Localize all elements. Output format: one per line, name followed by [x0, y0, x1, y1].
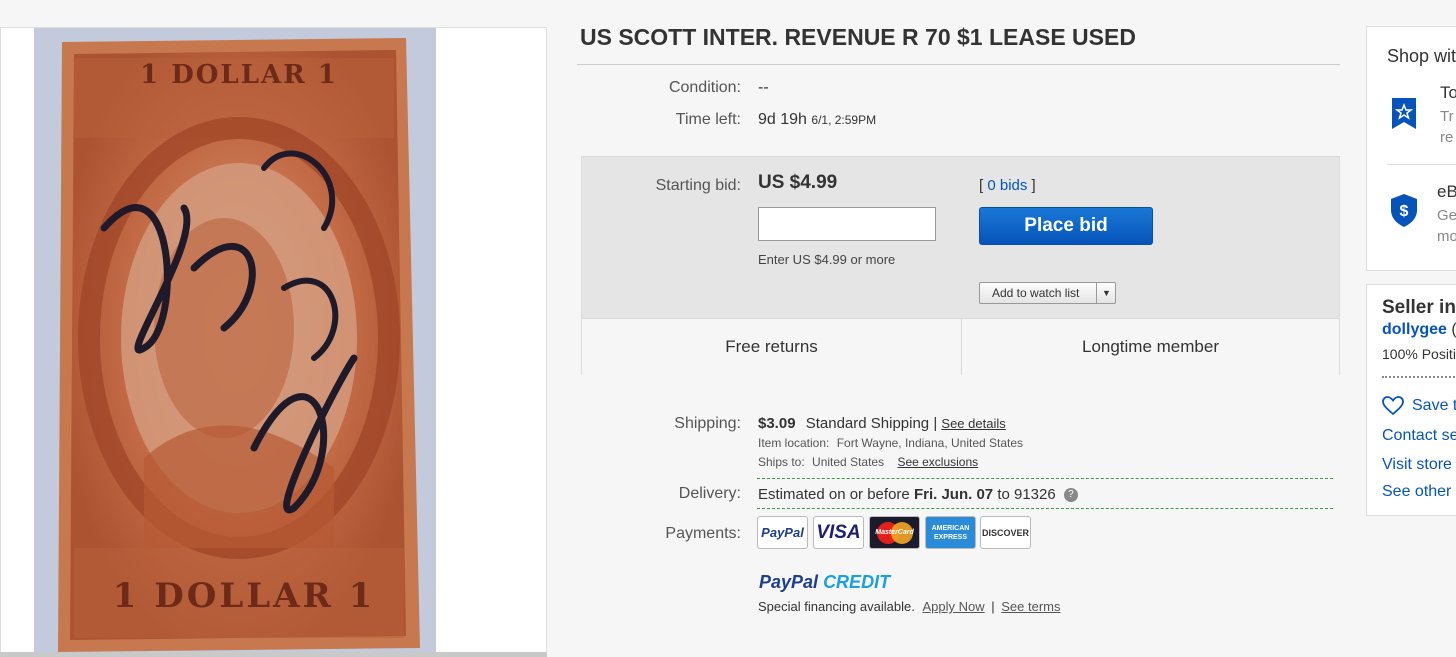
payments-label: Payments: [665, 525, 741, 542]
save-seller-link[interactable]: Save t [1412, 397, 1456, 415]
shipping-line: $3.09 Standard Shipping | See details [758, 415, 1006, 432]
shop-item2-title: eB [1437, 182, 1456, 201]
add-to-watch-list-button[interactable]: Add to watch list ▼ [979, 282, 1116, 304]
shipping-label: Shipping: [674, 415, 741, 432]
item-title: US SCOTT INTER. REVENUE R 70 $1 LEASE US… [580, 24, 1136, 50]
place-bid-button[interactable]: Place bid [979, 207, 1153, 245]
visa-logo: VISA [813, 516, 864, 549]
seller-name-link[interactable]: dollygee [1382, 321, 1447, 338]
amex-logo: AMERICAN EXPRESS [925, 516, 976, 549]
delivery-estimate: Estimated on or before Fri. Jun. 07 to 9… [758, 486, 1078, 503]
condition-value: -- [758, 79, 769, 96]
ships-to-value: United States [812, 455, 885, 469]
shop-item2-line1: Ge [1437, 207, 1456, 224]
bid-count-open: [ [979, 177, 984, 194]
see-details-link[interactable]: See details [941, 416, 1005, 431]
shop-card-title: Shop wit [1387, 46, 1456, 66]
discover-logo: DISCOVER [980, 516, 1031, 549]
bid-count: [ 0 bids ] [979, 177, 1036, 194]
image-panel: 1 DOLLAR 1 1 DOLLAR 1 [0, 27, 547, 653]
watch-dropdown-icon[interactable]: ▼ [1096, 283, 1116, 303]
heart-icon[interactable] [1382, 396, 1404, 416]
delivery-label: Delivery: [678, 485, 741, 502]
feature-free-returns: Free returns [582, 319, 962, 375]
mastercard-text: MasterCard [875, 529, 914, 536]
item-image[interactable]: 1 DOLLAR 1 1 DOLLAR 1 [34, 28, 436, 652]
condition-label: Condition: [668, 79, 741, 96]
ships-to-label: Ships to: [758, 455, 805, 469]
delivery-zip: 91326 [1014, 486, 1056, 503]
delivery-divider [757, 508, 1333, 509]
time-left-value: 9d 19h 6/1, 2:59PM [758, 111, 876, 129]
bid-count-link[interactable]: 0 bids [987, 177, 1027, 194]
delivery-date: Fri. Jun. 07 [913, 486, 994, 503]
see-other-items-link[interactable]: See other [1382, 483, 1451, 501]
delivery-to: to [997, 486, 1010, 503]
time-left-label: Time left: [675, 111, 741, 128]
shipping-separator: | [933, 415, 938, 432]
watch-label: Add to watch list [992, 286, 1080, 300]
paypal-credit-logo: PayPal CREDIT [759, 572, 890, 593]
ships-to: Ships to: United States See exclusions [758, 455, 978, 469]
item-location-label: Item location: [758, 436, 830, 450]
time-left-duration: 9d 19h [758, 111, 807, 128]
mastercard-logo: MasterCard [869, 516, 920, 549]
time-left-end: 6/1, 2:59PM [811, 113, 877, 127]
svg-text:$: $ [1400, 203, 1409, 220]
paypal-logo: PayPal [757, 516, 808, 549]
paypal-credit-part1: PayPal [759, 572, 819, 592]
seller-info-card: Seller in dollygee ( 100% Positi Save t … [1366, 284, 1456, 516]
bid-amount-input[interactable] [758, 207, 936, 241]
title-divider [577, 64, 1340, 65]
item-location-value: Fort Wayne, Indiana, United States [836, 436, 1024, 450]
top-rated-badge-icon [1392, 98, 1416, 129]
stamp-bottom-text: 1 DOLLAR 1 [112, 576, 376, 616]
stamp-illustration [34, 28, 436, 652]
bid-input-hint: Enter US $4.99 or more [758, 252, 896, 267]
paypal-credit-part2: CREDIT [823, 572, 891, 592]
seller-card-title: Seller in [1382, 297, 1456, 318]
seller-name-line: dollygee ( [1382, 321, 1456, 339]
shop-item2-line2: mo [1437, 228, 1456, 245]
feature-row: Free returns Longtime member [582, 318, 1339, 375]
shipping-cost: $3.09 [758, 415, 796, 432]
bid-box: Starting bid: US $4.99 [ 0 bids ] Place … [581, 156, 1340, 375]
shipping-method: Standard Shipping [805, 415, 930, 432]
help-icon[interactable]: ? [1063, 488, 1078, 503]
shop-item1-line2: re [1440, 129, 1454, 146]
item-location: Item location: Fort Wayne, Indiana, Unit… [758, 436, 1023, 450]
financing-line: Special financing available. Apply Now |… [758, 599, 1060, 614]
financing-separator: | [991, 599, 995, 614]
seller-feedback: 100% Positi [1382, 346, 1456, 362]
seller-name-suffix: ( [1451, 321, 1456, 338]
delivery-prefix: Estimated on or before [758, 486, 910, 503]
stamp-top-text: 1 DOLLAR 1 [140, 60, 338, 90]
see-exclusions-link[interactable]: See exclusions [897, 455, 978, 469]
financing-text: Special financing available. [758, 599, 915, 614]
see-terms-link[interactable]: See terms [1001, 599, 1060, 614]
starting-bid-value: US $4.99 [758, 172, 838, 193]
horizontal-scrollbar[interactable] [0, 652, 547, 657]
feature-longtime-member: Longtime member [1081, 337, 1219, 356]
shop-item1-title: To [1440, 83, 1456, 102]
bid-count-close: ] [1031, 177, 1036, 194]
shop-item1-line1: Tr [1440, 108, 1454, 125]
shop-with-confidence-card: Shop wit To Tr re $ eB Ge mo [1366, 26, 1456, 271]
visit-store-link[interactable]: Visit store [1382, 456, 1452, 474]
seller-divider [1382, 376, 1456, 378]
contact-seller-link[interactable]: Contact se [1382, 427, 1456, 445]
money-back-guarantee-icon: $ [1391, 194, 1417, 227]
shipping-divider [757, 478, 1333, 479]
shop-card-divider [1387, 164, 1456, 165]
apply-now-link[interactable]: Apply Now [922, 599, 984, 614]
starting-bid-label: Starting bid: [655, 177, 741, 194]
